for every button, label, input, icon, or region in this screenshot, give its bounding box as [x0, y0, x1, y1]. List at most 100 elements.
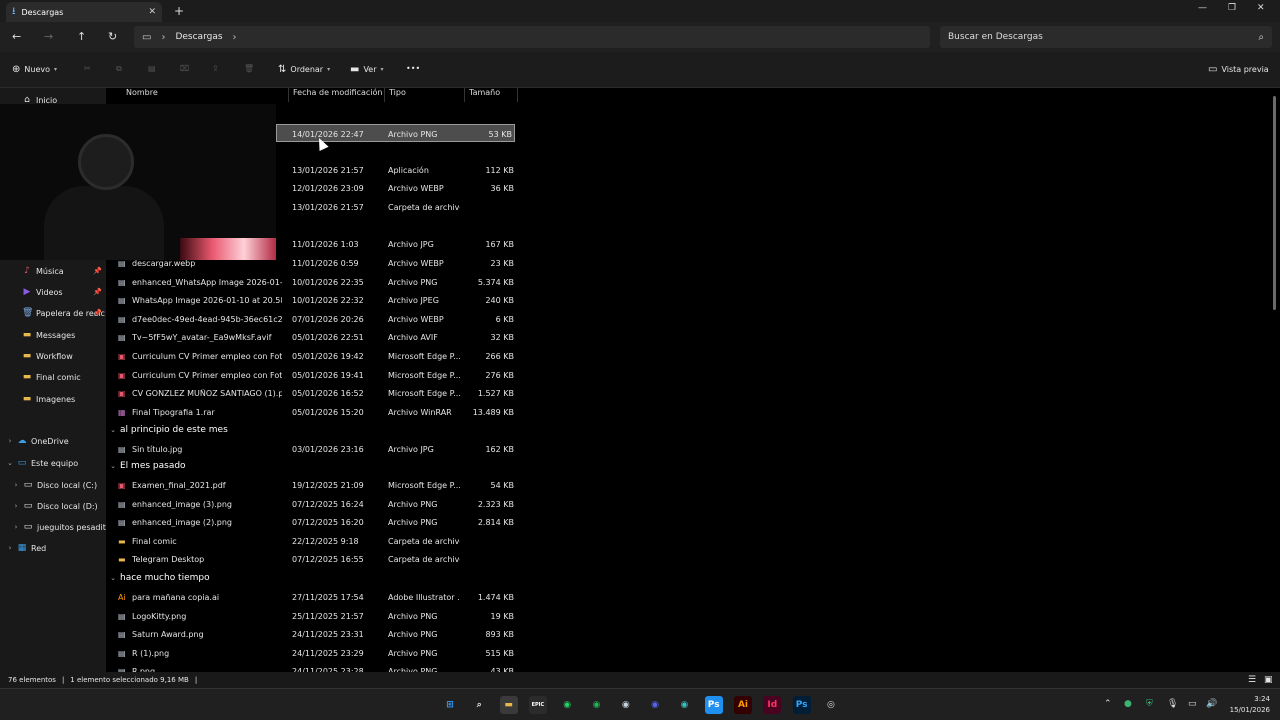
table-row[interactable]: ▤ descargar.webp 11/01/2026 0:59 Archivo WE…	[106, 254, 518, 272]
close-window-button[interactable]: ✕	[1257, 3, 1265, 13]
table-row[interactable]: ▤ d7ee0dec-49ed-4ead-945b-36ec61c2338c...…	[106, 310, 518, 328]
chevron-up-icon[interactable]: ⌃	[1104, 699, 1112, 709]
preview-pane-button[interactable]: ▭ Vista previa	[1208, 64, 1269, 75]
taskbar-photoshop-express-icon[interactable]: Ps	[704, 696, 723, 714]
table-row[interactable]: ▤ WhatsApp Image 2026-01-10 at 20.58.27.j…	[106, 291, 518, 309]
taskbar-windows-start-icon[interactable]: ⊞	[441, 696, 459, 714]
nav-this-pc[interactable]: ⌄ ▭ Este equipo	[0, 454, 106, 472]
table-row[interactable]: ▦ Final Tipografia 1.rar 05/01/2026 15:20 A…	[106, 403, 518, 421]
taskbar-search-icon[interactable]: ⌕	[470, 696, 488, 714]
chevron-right-icon[interactable]: ›	[233, 32, 237, 43]
group-header[interactable]: ⌄ El mes pasado	[106, 458, 186, 474]
column-type[interactable]: Tipo	[384, 88, 406, 102]
taskbar-illustrator-icon[interactable]: Ai	[734, 696, 752, 714]
group-header[interactable]: ⌄ hace mucho tiempo	[106, 570, 210, 586]
sidebar-item-drive[interactable]: › ▭ jueguitos pesadit	[0, 518, 106, 536]
clock[interactable]: 3:24 15/01/2026	[1230, 694, 1270, 716]
table-row[interactable]: ▤ enhanced_image (3).png 07/12/2025 16:24 A…	[106, 495, 518, 513]
rename-icon[interactable]: ⌧	[180, 64, 189, 73]
maximize-button[interactable]: ❐	[1228, 3, 1236, 13]
table-row[interactable]: 11/01/2026 1:03 Archivo JPG 167 KB	[106, 235, 518, 253]
sidebar-item-drive[interactable]: › ▭ Disco local (C:)	[0, 476, 106, 494]
table-row[interactable]: ▤ LogoKitty.png 25/11/2025 21:57 Archivo PN…	[106, 607, 518, 625]
sidebar-item-quick[interactable]: ▬ Imagenes	[0, 390, 106, 408]
up-icon[interactable]: ↑	[77, 30, 86, 43]
chevron-right-icon[interactable]: ›	[12, 523, 20, 531]
table-row[interactable]: ▬ Telegram Desktop 07/12/2025 16:55 Carpeta…	[106, 550, 518, 568]
taskbar-whatsapp-icon[interactable]: ◉	[558, 696, 576, 714]
search-input[interactable]: Buscar en Descargas ⌕	[940, 26, 1272, 48]
breadcrumb-descargas[interactable]: Descargas	[175, 32, 222, 42]
table-row[interactable]: ▣ Curriculum CV Primer empleo con Foto ..…	[106, 347, 518, 365]
back-icon[interactable]: ←	[12, 30, 21, 43]
taskbar-obs-icon[interactable]: ◎	[822, 696, 840, 714]
chevron-right-icon[interactable]: ›	[161, 32, 165, 43]
sidebar-item-quick[interactable]: ♪ Música 📌	[0, 262, 106, 280]
taskbar-steam-icon[interactable]: ◉	[617, 696, 635, 714]
sidebar-item-drive[interactable]: › ▭ Disco local (D:)	[0, 497, 106, 515]
sort-button[interactable]: ⇅ Ordenar ▾	[278, 64, 330, 75]
taskbar-file-explorer-icon[interactable]: ▬	[499, 696, 518, 714]
nav-onedrive[interactable]: › ☁ OneDrive	[0, 432, 106, 450]
new-button[interactable]: ⊕ Nuevo ▾	[12, 64, 57, 75]
table-row[interactable]: ▤ enhanced_WhatsApp Image 2026-01-10... 10…	[106, 273, 518, 291]
monitor-icon[interactable]: ▭	[1188, 699, 1197, 709]
chevron-right-icon[interactable]: ›	[6, 544, 14, 552]
table-row-selected[interactable]: 14/01/2026 22:47 Archivo PNG 53 KB	[276, 124, 515, 142]
taskbar-edge-icon[interactable]: ◉	[675, 696, 693, 714]
table-row[interactable]: Ai para mañana copia.ai 27/11/2025 17:54 Ad…	[106, 588, 518, 606]
forward-icon[interactable]: →	[44, 30, 53, 43]
chevron-right-icon[interactable]: ›	[12, 502, 20, 510]
taskbar-spotify-icon[interactable]: ◉	[588, 696, 606, 714]
sidebar-item-quick[interactable]: ▬ Workflow	[0, 347, 106, 365]
column-size[interactable]: Tamaño	[464, 88, 518, 102]
column-date[interactable]: Fecha de modificación	[288, 88, 382, 102]
group-header[interactable]: ⌄ al principio de este mes	[106, 422, 228, 438]
address-field[interactable]: ▭ › Descargas ›	[134, 26, 930, 48]
chevron-right-icon[interactable]: ›	[12, 481, 20, 489]
tray-app-icon[interactable]: ●	[1124, 699, 1132, 709]
delete-icon[interactable]: 🗑	[244, 64, 254, 73]
shield-icon[interactable]: ⛨	[1146, 699, 1153, 709]
table-row[interactable]: ▣ Curriculum CV Primer empleo con Foto ..…	[106, 366, 518, 384]
new-tab-button[interactable]: +	[174, 4, 184, 18]
table-row[interactable]: 12/01/2026 23:09 Archivo WEBP 36 KB	[106, 179, 518, 197]
table-row[interactable]: ▤ enhanced_image (2).png 07/12/2025 16:20 A…	[106, 513, 518, 531]
paste-icon[interactable]: ▤	[148, 64, 156, 73]
volume-icon[interactable]: 🔊	[1206, 699, 1217, 709]
taskbar-indesign-icon[interactable]: Id	[763, 696, 782, 714]
table-row[interactable]: ▤ Sin título.jpg 03/01/2026 23:16 Archivo J…	[106, 440, 518, 458]
cut-icon[interactable]: ✂	[84, 64, 91, 73]
taskbar-epic-games-icon[interactable]: EPIC	[528, 696, 547, 714]
table-row[interactable]: ▣ CV GONZLEZ MUÑOZ SANTIAGO (1).pdf 05/01/…	[106, 384, 518, 402]
chevron-down-icon[interactable]: ⌄	[6, 459, 14, 467]
sidebar-item-quick[interactable]: 🗑 Papelera de recic 📌	[0, 304, 106, 322]
share-icon[interactable]: ⇪	[212, 64, 219, 73]
tab-descargas[interactable]: ⭳ Descargas ✕	[6, 2, 162, 22]
chevron-right-icon[interactable]: ›	[6, 437, 14, 445]
sidebar-item-quick[interactable]: ▬ Final comic	[0, 368, 106, 386]
microphone-icon[interactable]: 🎙	[1167, 699, 1178, 709]
refresh-icon[interactable]: ↻	[108, 30, 117, 43]
tiles-view-icon[interactable]: ▣	[1264, 675, 1273, 685]
taskbar-photoshop-icon[interactable]: Ps	[792, 696, 811, 714]
nav-network[interactable]: › ▦ Red	[0, 539, 106, 557]
sidebar-item-quick[interactable]: ▶ Videos 📌	[0, 283, 106, 301]
sidebar-item-quick[interactable]: ▬ Messages	[0, 326, 106, 344]
vertical-scrollbar[interactable]	[1273, 96, 1276, 310]
column-name[interactable]: Nombre	[122, 88, 158, 102]
more-options-button[interactable]: •••	[406, 64, 420, 73]
taskbar-discord-icon[interactable]: ◉	[646, 696, 664, 714]
minimize-button[interactable]: —	[1198, 3, 1207, 13]
table-row[interactable]: 13/01/2026 21:57 Aplicación 112 KB	[106, 161, 518, 179]
table-row[interactable]: ▣ Examen_final_2021.pdf 19/12/2025 21:09 Mi…	[106, 476, 518, 494]
details-view-icon[interactable]: ☰	[1248, 675, 1256, 685]
table-row[interactable]: ▤ Saturn Award.png 24/11/2025 23:31 Archivo…	[106, 625, 518, 643]
table-row[interactable]: ▤ R (1).png 24/11/2025 23:29 Archivo PNG 515…	[106, 644, 518, 662]
close-tab-icon[interactable]: ✕	[148, 7, 156, 17]
table-row[interactable]: ▬ Final comic 22/12/2025 9:18 Carpeta de ar…	[106, 532, 518, 550]
view-button[interactable]: ▬ Ver ▾	[350, 64, 384, 75]
table-row[interactable]: ▤ Tv~5fF5wY_avatar-_Ea9wMksF.avif 05/01/20…	[106, 328, 518, 346]
table-row[interactable]: 13/01/2026 21:57 Carpeta de archivos	[106, 198, 518, 216]
copy-icon[interactable]: ⧉	[116, 64, 122, 74]
